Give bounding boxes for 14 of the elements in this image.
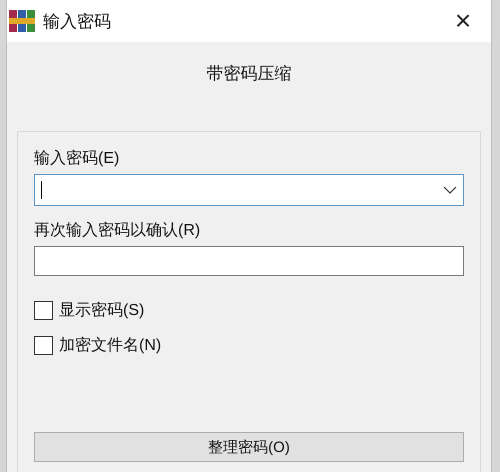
chevron-down-icon [443, 186, 457, 194]
close-button[interactable]: × [435, 0, 491, 42]
dialog-heading: 带密码压缩 [206, 63, 292, 85]
archive-books-icon [9, 10, 35, 32]
field-label: 输入密码(E) [34, 148, 120, 169]
confirm-password-field[interactable] [34, 246, 464, 276]
checkbox[interactable] [34, 336, 53, 355]
field-label: 再次输入密码以确认(R) [34, 220, 202, 241]
window-title: 输入密码 [43, 10, 112, 32]
organize-passwords-button[interactable]: 整理密码(O) [34, 432, 464, 462]
checkbox[interactable] [34, 301, 53, 320]
password-combo-field[interactable] [34, 174, 464, 206]
checkbox-label: 显示密码(S) [59, 300, 144, 321]
checkbox-label: 加密文件名(N) [59, 336, 162, 356]
